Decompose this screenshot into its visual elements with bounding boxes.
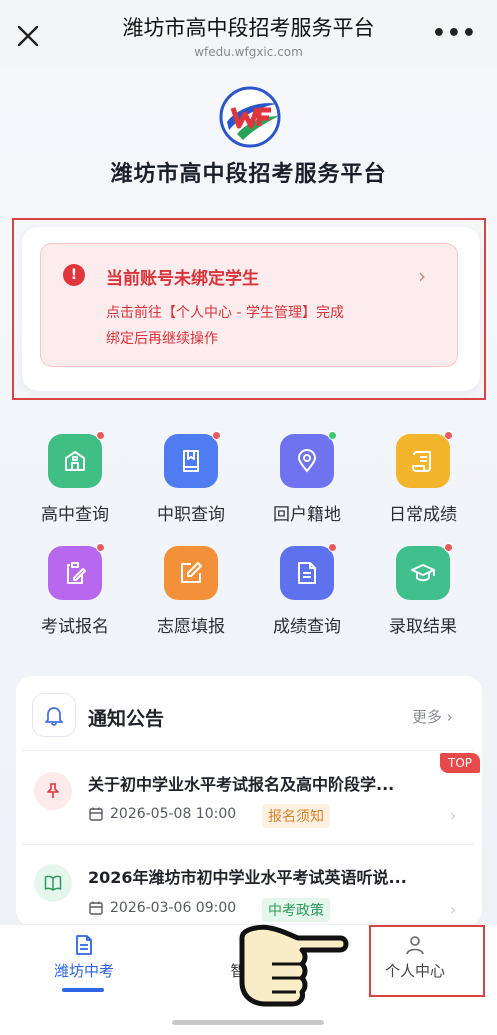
nav-label: 潍坊中考 bbox=[53, 962, 114, 980]
notice-title: 通知公告 bbox=[88, 708, 165, 730]
grid-label: 录取结果 bbox=[389, 617, 457, 637]
ellipsis-icon[interactable]: ••• bbox=[432, 23, 477, 45]
grid-item-vocational-query[interactable]: 中职查询 bbox=[136, 431, 246, 534]
pointing-hand-icon bbox=[239, 924, 349, 1007]
document-icon bbox=[76, 935, 92, 955]
notification-dot bbox=[96, 543, 105, 552]
notification-dot bbox=[96, 431, 105, 440]
notification-dot bbox=[328, 431, 337, 440]
edit-square-icon bbox=[164, 546, 218, 600]
grid-label: 成绩查询 bbox=[273, 617, 341, 637]
calendar-icon bbox=[89, 901, 103, 915]
chevron-right-icon[interactable]: › bbox=[418, 264, 426, 288]
calendar-icon bbox=[89, 807, 103, 821]
grid-item-exam-registration[interactable]: 考试报名 bbox=[20, 543, 130, 646]
alert-message-line2: 绑定后再继续操作 bbox=[106, 331, 218, 347]
scroll-icon bbox=[396, 431, 453, 488]
grid-item-daily-grades[interactable]: 日常成绩 bbox=[368, 431, 478, 534]
notification-dot bbox=[328, 543, 337, 552]
exclamation-icon: ! bbox=[63, 264, 85, 286]
grid-item-high-school-query[interactable]: 高中查询 bbox=[20, 431, 130, 534]
notification-dot bbox=[444, 431, 453, 440]
document-icon bbox=[280, 543, 337, 600]
top-bar: 潍坊市高中段招考服务平台 wfedu.wfgxic.com ••• bbox=[0, 0, 497, 68]
chevron-right-icon[interactable]: › bbox=[450, 900, 456, 919]
school-icon bbox=[48, 431, 105, 488]
grid-label: 志愿填报 bbox=[157, 617, 225, 637]
wf-logo-icon bbox=[219, 86, 281, 148]
grid-item-score-query[interactable]: 成绩查询 bbox=[252, 543, 362, 646]
book-icon bbox=[164, 431, 221, 488]
category-tag: 报名须知 bbox=[262, 804, 330, 828]
pin-icon bbox=[34, 772, 72, 810]
me-highlight-box bbox=[369, 925, 485, 997]
platform-name: 潍坊市高中段招考服务平台 bbox=[110, 162, 387, 187]
notice-item-date: 2026-05-08 10:00 bbox=[88, 806, 236, 822]
notice-item-title[interactable]: 2026年潍坊市初中学业水平考试英语听说... bbox=[88, 864, 452, 888]
grid-label: 日常成绩 bbox=[389, 505, 457, 525]
bell-icon bbox=[32, 693, 76, 737]
divider bbox=[22, 750, 474, 751]
graduation-cap-icon bbox=[396, 543, 453, 600]
top-badge: TOP bbox=[440, 753, 480, 773]
grid-item-return-hometown[interactable]: 回户籍地 bbox=[252, 431, 362, 534]
chevron-right-icon[interactable]: › bbox=[450, 806, 456, 825]
active-indicator bbox=[62, 988, 104, 992]
grid-item-admission-result[interactable]: 录取结果 bbox=[368, 543, 478, 646]
alert-title: 当前账号未绑定学生 bbox=[106, 269, 259, 289]
nav-home[interactable]: 潍坊中考 bbox=[24, 934, 144, 981]
location-pin-icon bbox=[280, 431, 337, 488]
notice-more-link[interactable]: 更多 › bbox=[412, 706, 453, 727]
notification-dot bbox=[444, 543, 453, 552]
home-indicator bbox=[172, 1020, 324, 1025]
divider bbox=[22, 844, 474, 845]
close-icon[interactable] bbox=[14, 22, 42, 50]
grid-label: 考试报名 bbox=[41, 617, 109, 637]
notice-item-date: 2026-03-06 09:00 bbox=[88, 900, 236, 916]
window-title: 潍坊市高中段招考服务平台 bbox=[122, 15, 375, 40]
date-text: 2026-03-06 09:00 bbox=[110, 900, 237, 916]
grid-item-volunteer-filling[interactable]: 志愿填报 bbox=[136, 546, 246, 646]
clipboard-edit-icon bbox=[48, 543, 105, 600]
open-book-icon bbox=[34, 864, 72, 902]
grid-label: 高中查询 bbox=[41, 505, 109, 525]
date-text: 2026-05-08 10:00 bbox=[110, 806, 237, 822]
notice-item-title[interactable]: 关于初中学业水平考试报名及高中阶段学... bbox=[88, 771, 452, 795]
page-url: wfedu.wfgxic.com bbox=[194, 44, 303, 59]
grid-label: 中职查询 bbox=[157, 505, 225, 525]
notification-dot bbox=[212, 431, 221, 440]
page-header: 潍坊市高中段招考服务平台 wfedu.wfgxic.com bbox=[123, 12, 375, 59]
grid-label: 回户籍地 bbox=[273, 505, 341, 525]
alert-message-line1: 点击前往【个人中心 - 学生管理】完成 bbox=[106, 305, 344, 321]
